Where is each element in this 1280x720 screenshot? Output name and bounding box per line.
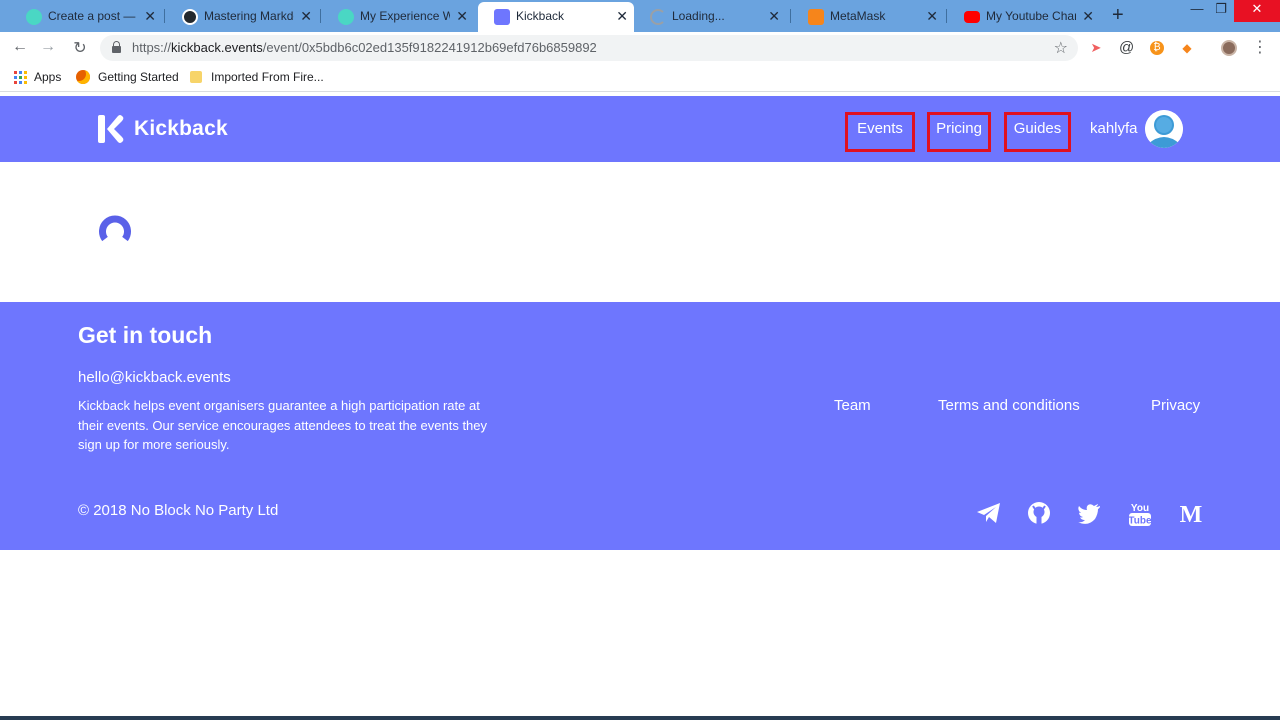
tab-close-icon[interactable]: ✕ bbox=[456, 2, 468, 30]
reload-icon[interactable]: ↻ bbox=[70, 38, 90, 58]
bitcoin-extension-icon[interactable]: ₿ bbox=[1150, 41, 1164, 55]
user-avatar[interactable] bbox=[1145, 110, 1183, 148]
bookmark-label: Imported From Fire... bbox=[211, 70, 324, 84]
youtube-icon[interactable]: You Tube bbox=[1127, 500, 1155, 528]
user-silhouette-icon bbox=[1145, 110, 1183, 148]
tab-divider bbox=[790, 9, 791, 23]
tab-label: My Experience With bbox=[360, 9, 450, 23]
tab-close-icon[interactable]: ✕ bbox=[616, 2, 628, 30]
browser-tab[interactable]: Create a post — Sti ✕ bbox=[10, 2, 162, 32]
address-bar[interactable]: https://kickback.events/event/0x5bdb6c02… bbox=[100, 35, 1078, 61]
tab-close-icon[interactable]: ✕ bbox=[768, 2, 780, 30]
tab-divider bbox=[320, 9, 321, 23]
bookmark-label: Getting Started bbox=[98, 70, 179, 84]
tab-close-icon[interactable]: ✕ bbox=[926, 2, 938, 30]
tab-label: Create a post — Sti bbox=[48, 9, 138, 23]
metamask-extension-icon[interactable]: ◆ bbox=[1180, 41, 1194, 55]
footer-title: Get in touch bbox=[78, 322, 213, 348]
taskbar-edge bbox=[0, 716, 1280, 720]
nav-label: Guides bbox=[1013, 120, 1062, 137]
browser-tab[interactable]: Loading... ✕ bbox=[634, 2, 786, 32]
nav-events-link[interactable]: Events bbox=[845, 112, 915, 152]
youtube-icon bbox=[964, 11, 980, 23]
brand-name: Kickback bbox=[134, 117, 228, 140]
bookmark-apps[interactable]: Apps bbox=[14, 70, 61, 84]
kickback-logo[interactable]: Kickback bbox=[98, 114, 228, 144]
telegram-icon[interactable] bbox=[976, 500, 1004, 528]
steemit-icon bbox=[26, 9, 42, 25]
browser-tab-active[interactable]: Kickback ✕ bbox=[478, 2, 634, 32]
new-tab-button[interactable]: + bbox=[1112, 4, 1124, 27]
tab-divider bbox=[946, 9, 947, 23]
apps-grid-icon bbox=[14, 71, 27, 84]
bookmark-label: Apps bbox=[34, 70, 62, 84]
footer-description: Kickback helps event organisers guarante… bbox=[78, 398, 488, 452]
bookmark-imported-folder[interactable]: Imported From Fire... bbox=[190, 70, 324, 84]
footer-team-link[interactable]: Team bbox=[834, 397, 871, 414]
nav-guides-link[interactable]: Guides bbox=[1004, 112, 1071, 152]
url-text[interactable]: https://kickback.events/event/0x5bdb6c02… bbox=[132, 40, 597, 55]
browser-tab-strip: Create a post — Sti ✕ Mastering Markdo ✕… bbox=[0, 0, 1280, 32]
username[interactable]: kahlyfa bbox=[1090, 120, 1138, 137]
footer-copyright: © 2018 No Block No Party Ltd bbox=[78, 502, 279, 519]
loading-icon bbox=[650, 9, 666, 25]
bookmarks-bar: Apps Getting Started Imported From Fire.… bbox=[0, 64, 1280, 92]
medium-icon[interactable]: M bbox=[1178, 500, 1206, 528]
browser-tab[interactable]: MetaMask ✕ bbox=[792, 2, 944, 32]
nav-label: Events bbox=[857, 120, 903, 137]
tab-label: My Youtube Chann bbox=[986, 9, 1076, 23]
kickback-icon bbox=[494, 9, 510, 25]
site-header: Kickback Events Pricing Guides kahlyfa bbox=[0, 96, 1280, 162]
main-content bbox=[0, 162, 1280, 302]
svg-text:You: You bbox=[1131, 503, 1149, 514]
nav-pricing-link[interactable]: Pricing bbox=[927, 112, 991, 152]
bookmark-star-icon[interactable]: ☆ bbox=[1054, 38, 1068, 58]
browser-toolbar: ← → ↻ https://kickback.events/event/0x5b… bbox=[0, 32, 1280, 64]
tab-divider bbox=[164, 9, 165, 23]
footer-email-link[interactable]: hello@kickback.events bbox=[78, 369, 231, 386]
metamask-icon bbox=[808, 9, 824, 25]
kickback-logo-icon bbox=[98, 115, 124, 143]
browser-menu-icon[interactable]: ⋮ bbox=[1250, 37, 1270, 57]
footer-terms-link[interactable]: Terms and conditions bbox=[938, 397, 1080, 414]
profile-avatar-icon[interactable] bbox=[1221, 40, 1237, 56]
tab-label: Loading... bbox=[672, 9, 725, 23]
tab-label: Mastering Markdo bbox=[204, 9, 294, 23]
tab-close-icon[interactable]: ✕ bbox=[1082, 2, 1094, 30]
svg-text:M: M bbox=[1180, 502, 1203, 526]
site-footer: Get in touch hello@kickback.events Kickb… bbox=[0, 302, 1280, 550]
svg-text:Tube: Tube bbox=[1128, 516, 1152, 527]
extension-arrow-icon[interactable]: ➤ bbox=[1089, 41, 1103, 55]
github-icon[interactable] bbox=[1026, 500, 1054, 528]
tab-close-icon[interactable]: ✕ bbox=[300, 2, 312, 30]
firefox-icon bbox=[76, 70, 90, 84]
extension-at-icon[interactable]: @ bbox=[1119, 40, 1134, 55]
browser-tab[interactable]: Mastering Markdo ✕ bbox=[166, 2, 318, 32]
close-window-button[interactable]: ✕ bbox=[1234, 0, 1280, 22]
back-icon[interactable]: ← bbox=[10, 38, 30, 56]
tab-label: MetaMask bbox=[830, 9, 886, 23]
folder-icon bbox=[190, 71, 202, 83]
loading-spinner-icon bbox=[98, 212, 132, 246]
github-icon bbox=[182, 9, 198, 25]
lock-icon[interactable] bbox=[112, 41, 121, 53]
browser-tab[interactable]: My Experience With ✕ bbox=[322, 2, 474, 32]
nav-label: Pricing bbox=[936, 120, 982, 137]
tab-close-icon[interactable]: ✕ bbox=[144, 2, 156, 30]
browser-tab[interactable]: My Youtube Chann ✕ bbox=[948, 2, 1100, 32]
footer-privacy-link[interactable]: Privacy bbox=[1151, 397, 1200, 414]
tab-label: Kickback bbox=[516, 9, 565, 23]
twitter-icon[interactable] bbox=[1076, 500, 1104, 528]
bookmark-getting-started[interactable]: Getting Started bbox=[76, 70, 179, 84]
forward-icon[interactable]: → bbox=[38, 38, 58, 56]
steemit-icon bbox=[338, 9, 354, 25]
